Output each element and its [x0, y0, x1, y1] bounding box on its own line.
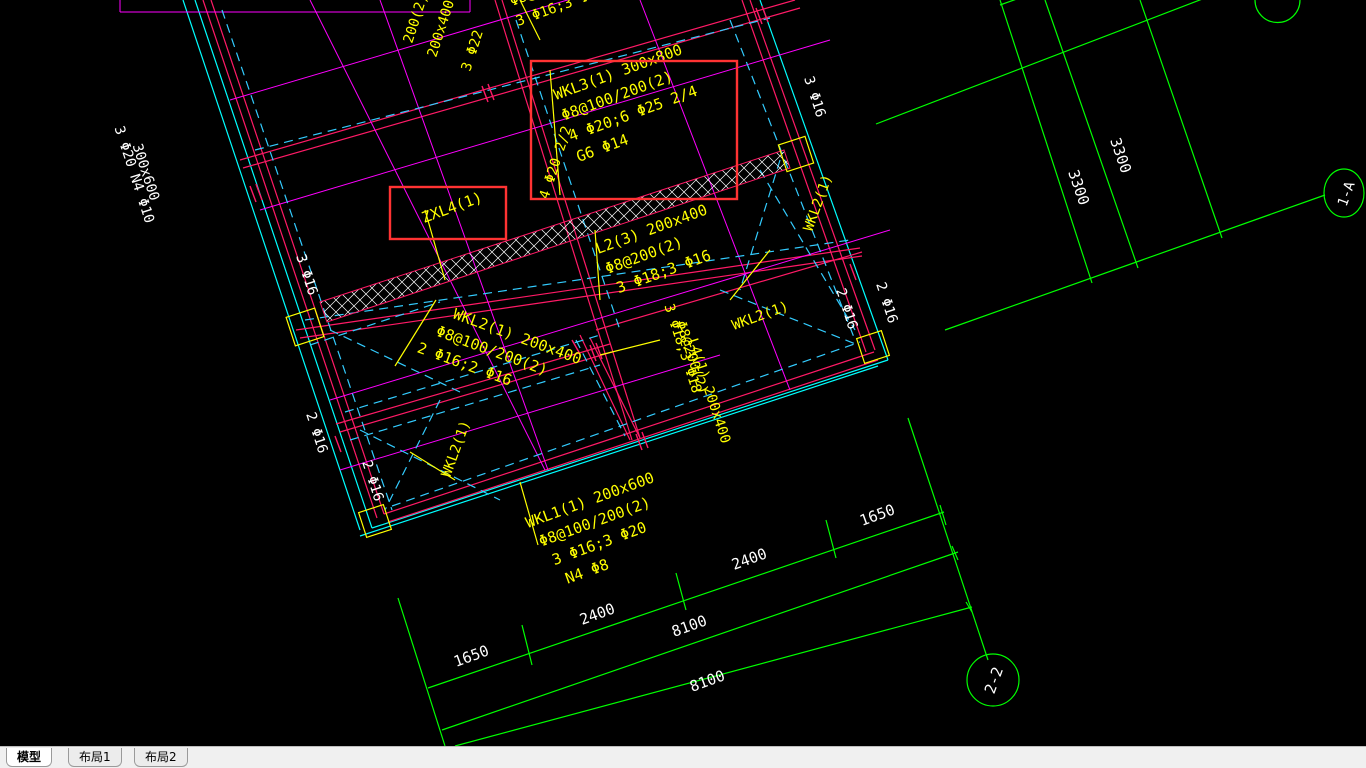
top-label-c: 200x400 [425, 0, 458, 59]
tab-layout-2[interactable]: 布局2 [134, 748, 188, 767]
top-label-e: 3 Φ22 [459, 28, 487, 73]
annotation-wkl2-left: WKL2(1) 200x400 Φ8@100/200(2) 2 Φ16;2 Φ1… [415, 305, 584, 390]
rebar-label-r5: 2 Φ16 [302, 410, 330, 455]
dimension-text-d6: 8100 [687, 666, 727, 695]
dimension-lines-upper-right [875, 0, 1326, 331]
side-label-420: 4 Φ20 2/2 [537, 124, 576, 201]
wkl2-right-label: WKL2(1) [730, 299, 791, 334]
dimension-text-d4: 2400 [729, 544, 769, 573]
dimension-text-d5: 1650 [857, 500, 897, 529]
dimension-text-d1: 1650 [451, 641, 491, 670]
axis-bubble-top [1254, 0, 1301, 24]
rebar-label-r2: 3 Φ16 [800, 74, 828, 119]
annotation-wkl3: WKL3(1) 300x800 Φ8@100/200(2) 4 Φ20;6 Φ2… [551, 41, 700, 166]
zxl4-label: ZXL4(1) [419, 188, 485, 227]
dimension-text-d3: 8100 [669, 611, 709, 640]
rebar-label-r3: 2 Φ16 [832, 286, 860, 331]
layout-tab-bar: 模型 布局1 布局2 [0, 746, 1366, 768]
tab-layout-1[interactable]: 布局1 [68, 748, 122, 767]
rebar-label-r4: 2 Φ16 [872, 280, 900, 325]
dimension-text-d2: 2400 [577, 599, 617, 628]
wkl2-lower-label: WKL2(1) [439, 418, 474, 479]
axis-label-1a: 1-A [1335, 179, 1359, 209]
dimension-text-h1: 3300 [1064, 167, 1093, 207]
rebar-label-r1: 3 Φ16 [292, 252, 320, 297]
dimension-lines-bottom [397, 417, 989, 746]
cad-model-viewport[interactable]: 1-A 3300 3300 2-2 1650 2400 8100 2400 16… [0, 0, 1366, 746]
axis-label-22: 2-2 [981, 665, 1007, 697]
axis-bubble-22: 2-2 [966, 653, 1020, 707]
annotation-wkl1: WKL1(1) 200x600 Φ8@100/200(2) 3 Φ16;3 Φ2… [523, 469, 656, 588]
tab-model[interactable]: 模型 [6, 748, 53, 767]
annotation-l4: L4(1) 200x400 Φ8@200(2) 3 Φ18;3 Φ18 [660, 302, 733, 445]
top-label-d: 200(2) [401, 0, 432, 45]
dimension-text-h2: 3300 [1106, 135, 1135, 175]
axis-bubble-1a: 1-A [1323, 168, 1365, 218]
